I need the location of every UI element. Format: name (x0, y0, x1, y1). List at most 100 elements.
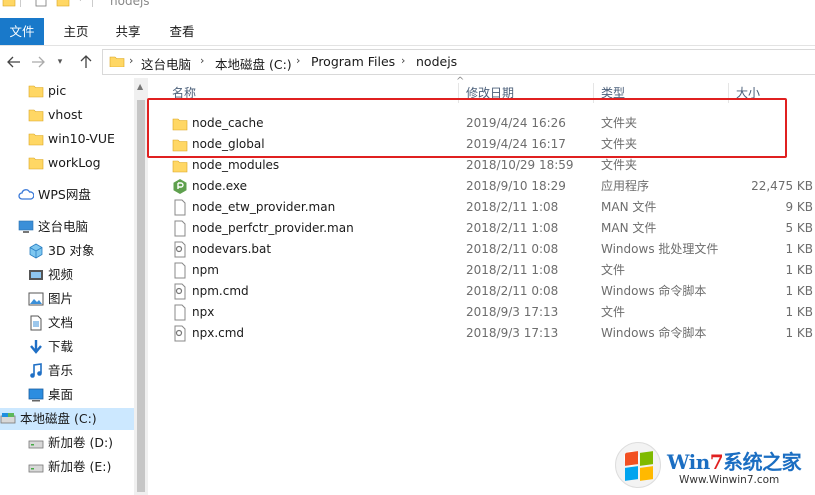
video-icon (29, 270, 43, 280)
nav-item-3d-objects[interactable]: 3D 对象 (28, 240, 132, 262)
watermark-brand-seven: 7 (709, 450, 724, 474)
nav-item-vhost[interactable]: vhost (28, 104, 132, 126)
address-bar[interactable]: › 这台电脑 › 本地磁盘 (C:) › Program Files › nod… (102, 49, 815, 75)
file-date: 2019/4/24 16:17 (466, 137, 566, 151)
navigation-pane-scrollbar[interactable]: ▲ (134, 78, 148, 495)
breadcrumb-nodejs[interactable]: nodejs (416, 54, 457, 69)
nav-item-label: vhost (48, 107, 83, 122)
quick-access-dropdown-icon[interactable]: ▾ (78, 0, 83, 6)
file-name: node_perfctr_provider.man (192, 221, 354, 235)
nav-item-label: 下载 (48, 339, 74, 354)
folder-icon (2, 0, 16, 7)
new-folder-icon[interactable] (56, 0, 70, 7)
tab-home[interactable]: 主页 (58, 18, 94, 45)
music-icon (30, 363, 42, 378)
breadcrumb-local-disk-c[interactable]: 本地磁盘 (C:) (215, 54, 292, 73)
breadcrumb-separator: › (200, 54, 205, 67)
watermark-brand: Win7系统之家 (667, 446, 802, 475)
file-name: node_cache (192, 116, 264, 130)
file-row-npm[interactable]: npm 2018/2/11 1:08 文件 1 KB (166, 260, 815, 281)
file-icon (174, 199, 186, 216)
column-header-type[interactable]: 类型 (601, 83, 625, 103)
nav-item-pictures[interactable]: 图片 (28, 288, 132, 310)
drive-icon (28, 440, 44, 449)
tab-share[interactable]: 共享 (110, 18, 146, 45)
windows-logo-icon (615, 442, 661, 488)
folder-icon (28, 85, 44, 98)
file-size: 1 KB (785, 242, 813, 256)
folder-icon (172, 160, 188, 173)
nav-item-worklog[interactable]: workLog (28, 152, 132, 174)
file-type: 文件夹 (601, 158, 638, 172)
separator (20, 0, 21, 7)
file-row-node-cache[interactable]: node_cache 2019/4/24 16:26 文件夹 (166, 113, 815, 134)
column-divider[interactable] (728, 83, 729, 103)
forward-button[interactable] (28, 51, 48, 73)
3d-objects-icon (29, 243, 43, 259)
file-row-npx-cmd[interactable]: npx.cmd 2018/9/3 17:13 Windows 命令脚本 1 KB (166, 323, 815, 344)
file-size: 9 KB (785, 200, 813, 214)
file-size: 5 KB (785, 221, 813, 235)
download-icon (30, 340, 42, 354)
back-button[interactable] (4, 51, 24, 73)
chevron-down-icon: ▾ (57, 57, 63, 67)
up-button[interactable] (76, 51, 96, 73)
watermark-brand-prefix: Win (667, 450, 710, 474)
nav-item-documents[interactable]: 文档 (28, 312, 132, 334)
column-header-date[interactable]: 修改日期 (466, 83, 514, 103)
nav-item-downloads[interactable]: 下载 (28, 336, 132, 358)
file-row-npx[interactable]: npx 2018/9/3 17:13 文件 1 KB (166, 302, 815, 323)
column-header-size[interactable]: 大小 (736, 83, 760, 103)
nav-item-music[interactable]: 音乐 (28, 360, 132, 382)
nav-item-volume-d[interactable]: 新加卷 (D:) (28, 432, 132, 454)
column-divider[interactable] (593, 83, 594, 103)
file-row-npm-cmd[interactable]: npm.cmd 2018/2/11 0:08 Windows 命令脚本 1 KB (166, 281, 815, 302)
nav-item-volume-e[interactable]: 新加卷 (E:) (28, 456, 132, 478)
window-title: nodejs (110, 0, 150, 8)
breadcrumb-this-pc[interactable]: 这台电脑 (141, 54, 191, 73)
tab-view[interactable]: 查看 (164, 18, 200, 45)
file-type: 应用程序 (601, 179, 650, 193)
file-date: 2018/2/11 1:08 (466, 221, 559, 235)
file-size: 1 KB (785, 284, 813, 298)
scrollbar-thumb[interactable] (137, 100, 145, 492)
file-date: 2018/10/29 18:59 (466, 158, 574, 172)
tab-file[interactable]: 文件 (0, 18, 44, 45)
script-gear-icon (174, 325, 186, 342)
recent-locations-button[interactable]: ▾ (50, 51, 70, 73)
file-row-node-modules[interactable]: node_modules 2018/10/29 18:59 文件夹 (166, 155, 815, 176)
nav-item-wps-cloud[interactable]: WPS网盘 (18, 184, 132, 206)
file-row-node-global[interactable]: node_global 2019/4/24 16:17 文件夹 (166, 134, 815, 155)
properties-icon[interactable] (34, 0, 48, 7)
nav-item-desktop[interactable]: 桌面 (28, 384, 132, 406)
nav-item-label: 新加卷 (D:) (48, 435, 114, 450)
file-type: Windows 批处理文件 (601, 242, 719, 256)
nav-item-win10-vue[interactable]: win10-VUE (28, 128, 132, 150)
arrow-right-icon (32, 56, 45, 68)
file-row-nodevars-bat[interactable]: nodevars.bat 2018/2/11 0:08 Windows 批处理文… (166, 239, 815, 260)
script-gear-icon (174, 283, 186, 300)
nav-item-this-pc[interactable]: 这台电脑 (18, 216, 132, 238)
file-row-node-perfctr-provider[interactable]: node_perfctr_provider.man 2018/2/11 1:08… (166, 218, 815, 239)
file-name: npm (192, 263, 219, 277)
file-type: Windows 命令脚本 (601, 284, 707, 298)
watermark-brand-suffix: 系统之家 (723, 450, 802, 474)
breadcrumb-program-files[interactable]: Program Files (311, 54, 395, 69)
column-divider[interactable] (458, 83, 459, 103)
file-name: npm.cmd (192, 284, 249, 298)
watermark-url: Www.Winwin7.com (679, 474, 780, 486)
file-type: 文件夹 (601, 116, 638, 130)
nav-item-local-disk-c[interactable]: 本地磁盘 (C:) (0, 408, 134, 430)
scroll-up-icon[interactable]: ▲ (137, 82, 143, 91)
folder-icon (28, 133, 44, 146)
file-row-node-etw-provider[interactable]: node_etw_provider.man 2018/2/11 1:08 MAN… (166, 197, 815, 218)
drive-icon (0, 413, 16, 424)
column-header-name[interactable]: 名称 (172, 83, 196, 103)
nav-item-videos[interactable]: 视频 (28, 264, 132, 286)
file-size: 1 KB (785, 263, 813, 277)
file-row-node-exe[interactable]: node.exe 2018/9/10 18:29 应用程序 22,475 KB (166, 176, 815, 197)
file-name: node.exe (192, 179, 248, 193)
nav-item-label: 音乐 (48, 363, 74, 378)
nav-item-pic[interactable]: pic (28, 80, 132, 102)
title-bar: ▾ nodejs (0, 0, 815, 14)
